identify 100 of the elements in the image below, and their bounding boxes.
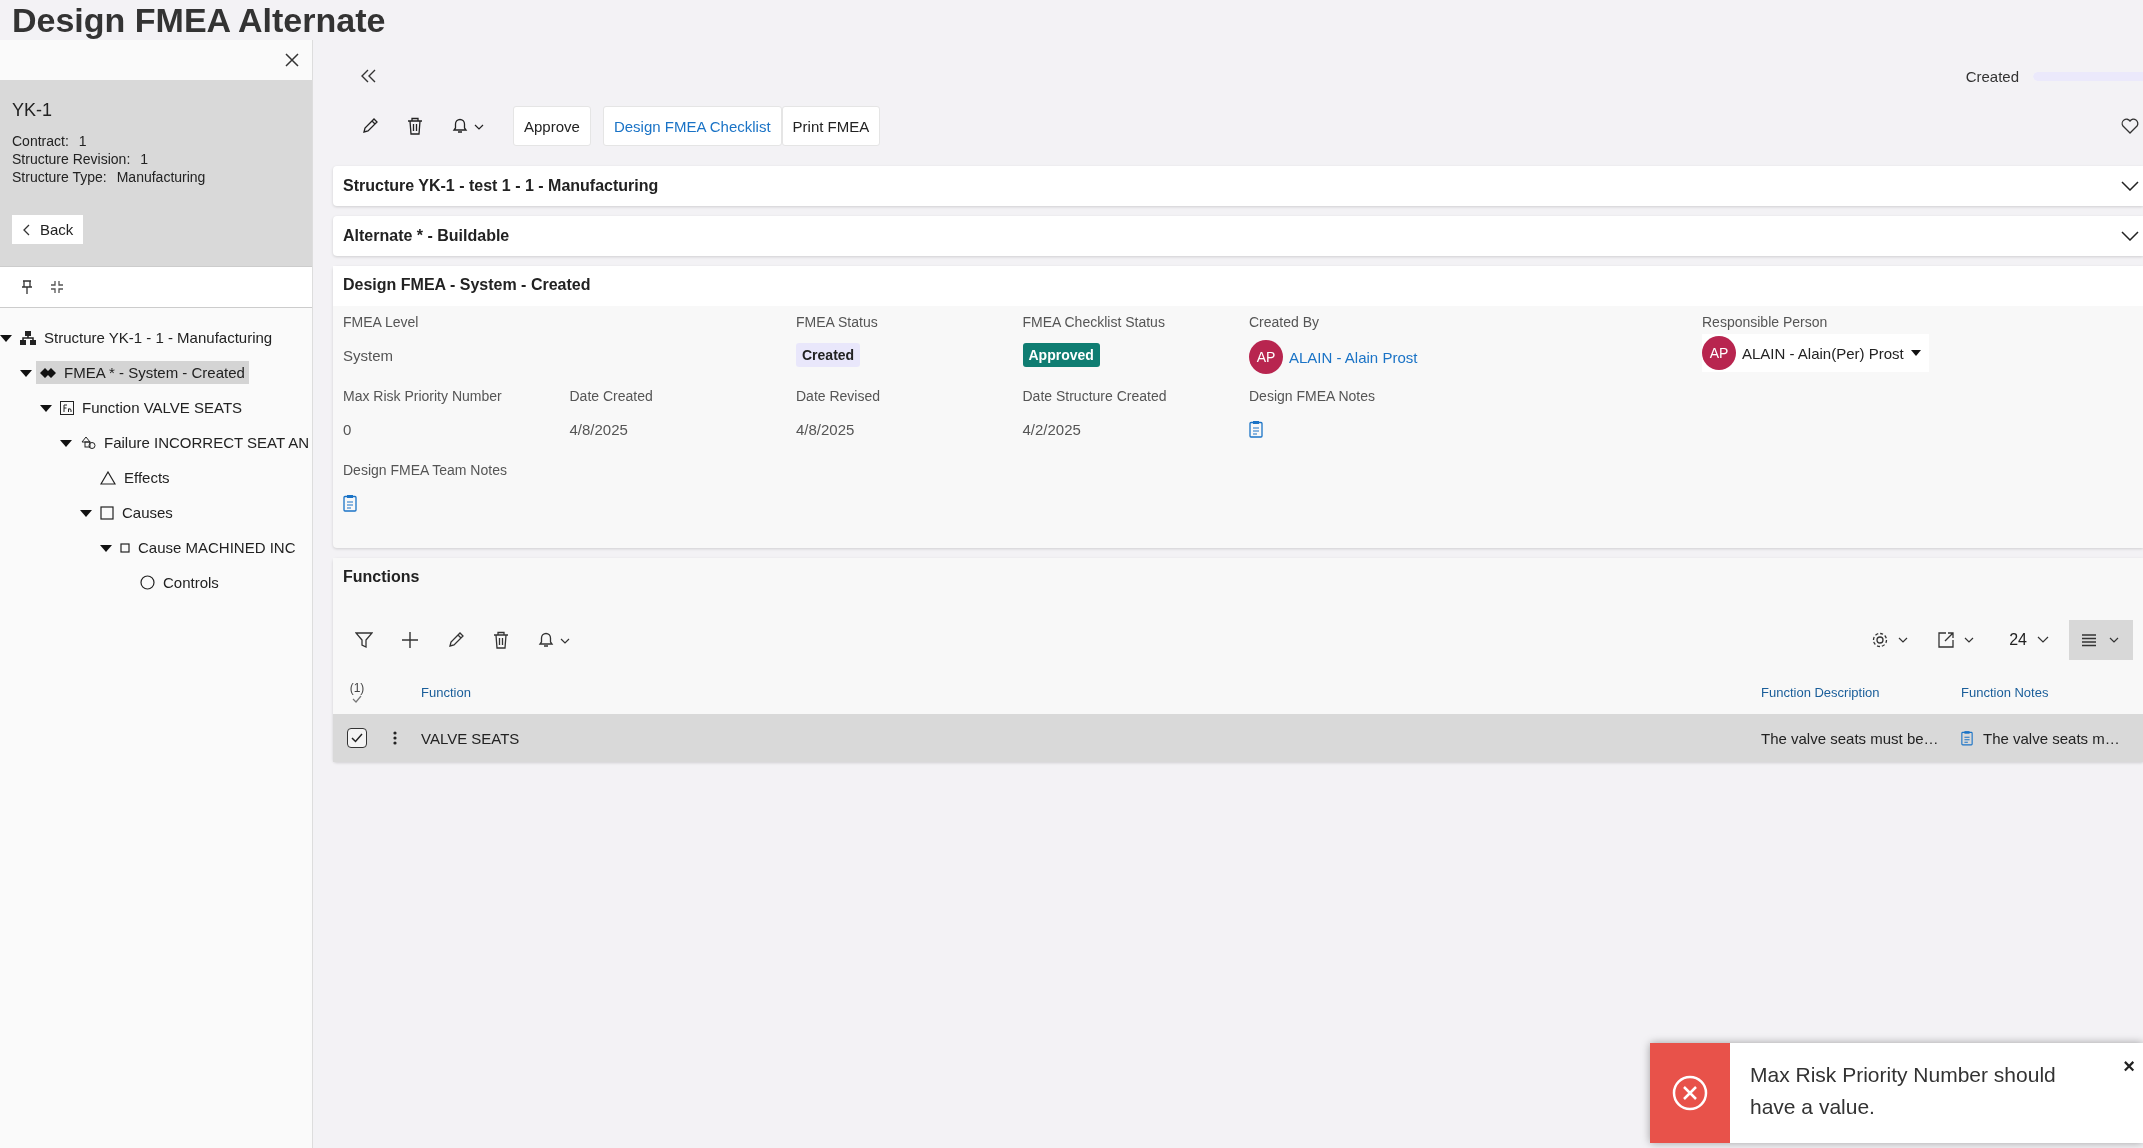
edit-icon[interactable] [447,631,465,649]
diamonds-icon [40,366,56,379]
notes-icon[interactable] [1961,730,1973,746]
heart-icon[interactable] [2121,118,2139,134]
field-label: Date Structure Created [1022,388,1168,404]
square-icon [120,542,130,553]
chevron-left-icon [22,223,32,236]
column-header[interactable]: Function [421,684,1761,700]
hierarchy-icon [20,329,36,346]
field-label: Design FMEA Team Notes [343,462,508,478]
field-label: Contract: [12,133,69,149]
field-value: 1 [78,133,87,149]
column-header[interactable]: Function Notes [1961,684,2143,700]
export-icon[interactable] [1937,631,1976,649]
notes-icon[interactable] [343,494,357,512]
table-row[interactable]: VALVE SEATS The valve seats must be… The valve seats m… [333,714,2143,762]
field-label: Design FMEA Notes [1249,388,1377,404]
caret-down-icon [1910,350,1921,356]
edit-icon[interactable] [361,117,379,135]
check-icon [351,733,363,743]
pin-icon[interactable] [20,279,34,295]
tree-item[interactable]: Cause MACHINED INC [116,536,300,559]
square-icon [100,505,114,520]
caret-down-icon[interactable] [40,402,52,413]
tree-item[interactable]: Causes [96,501,177,524]
person-link[interactable]: ALAIN - Alain Prost [1289,348,1418,366]
shapes-icon [80,435,96,450]
delete-icon[interactable] [493,631,509,649]
page-title: Design FMEA Alternate [11,0,387,40]
more-icon[interactable] [393,731,397,745]
section-title: Structure YK-1 - test 1 - 1 - Manufacturing [343,177,659,195]
toolbar-button[interactable]: Design FMEA Checklist [602,106,782,146]
page-size-dropdown[interactable]: 24 [2003,630,2055,650]
column-header[interactable]: Function Description [1761,684,1961,700]
person-select[interactable]: AP ALAIN - Alain(Per) Prost [1702,334,1929,372]
tree-item[interactable]: Function VALVE SEATS [56,396,247,419]
close-icon[interactable] [284,52,300,68]
tree-item[interactable]: FMEA * - System - Created [36,361,249,384]
toolbar-button[interactable]: Print FMEA [781,106,881,146]
card-title: Functions [333,558,2143,598]
bell-icon[interactable] [451,117,485,135]
toolbar-button[interactable]: Approve [513,106,591,146]
collapse-left-icon[interactable] [361,69,377,83]
field-label: FMEA Level [343,314,420,330]
row-checkbox[interactable] [347,728,367,748]
list-icon [2081,632,2121,648]
field-value: 1 [140,151,149,167]
caret-down-icon[interactable] [60,437,72,448]
collapsible-section[interactable]: Structure YK-1 - test 1 - 1 - Manufacturing [333,166,2143,206]
field-label: FMEA Checklist Status [1022,314,1166,330]
triangle-icon [100,470,116,485]
chevron-down-icon [2037,636,2049,644]
function-icon [60,400,74,415]
toast-message: Max Risk Priority Number should have a value. [1749,1062,2057,1120]
error-icon [1672,1075,1708,1111]
field-value: 0 [343,420,352,438]
table-cell-text: The valve seats must be… [1761,729,1940,747]
caret-down-icon[interactable] [100,542,112,553]
field-label: FMEA Status [796,314,879,330]
field-value: System [343,346,393,364]
collapsible-section[interactable]: Alternate * - Buildable [333,216,2143,256]
field-value: 4/8/2025 [569,420,628,438]
tree-item[interactable]: Failure INCORRECT SEAT AN [76,431,314,454]
record-title: YK-1 [12,100,54,121]
field-label: Structure Type: [12,169,107,185]
settings-icon[interactable] [1871,631,1910,649]
tree-item[interactable]: Effects [96,466,174,489]
field-value: 4/2/2025 [1022,420,1081,438]
caret-down-icon[interactable] [80,507,92,518]
tree-item[interactable]: Controls [136,571,223,594]
field-label: Date Revised [796,388,882,404]
bell-icon[interactable] [537,631,571,649]
caret-down-icon[interactable] [20,367,32,378]
plus-icon[interactable] [401,631,419,649]
avatar: AP [1702,336,1736,370]
status-badge: Approved [1022,343,1100,367]
caret-down-icon[interactable] [0,332,12,343]
field-value: Manufacturing [116,169,206,185]
chevron-icon[interactable] [2121,181,2139,191]
view-mode-button[interactable] [2069,620,2133,660]
selected-count: (1) [349,681,365,695]
section-title: Alternate * - Buildable [343,227,510,245]
table-cell-text: VALVE SEATS [421,729,521,747]
field-label: Date Created [569,388,654,404]
close-button[interactable]: × [2115,1055,2143,1078]
delete-icon[interactable] [407,117,423,135]
circle-icon [140,575,155,590]
field-value: 4/8/2025 [796,420,855,438]
tree-item[interactable]: Structure YK-1 - 1 - Manufacturing [16,326,277,349]
filter-icon[interactable] [355,631,373,649]
card-title: Design FMEA - System - Created [333,266,2143,306]
chevron-icon[interactable] [2121,231,2139,241]
check-icon[interactable] [352,695,362,703]
field-label: Structure Revision: [12,151,131,167]
avatar: AP [1249,340,1283,374]
collapse-icon[interactable] [50,280,64,294]
notes-icon[interactable] [1249,420,1263,438]
back-button[interactable]: Back [12,215,84,244]
field-label: Responsible Person [1702,314,1829,330]
table-cell: The valve seats m… [1983,729,2120,747]
